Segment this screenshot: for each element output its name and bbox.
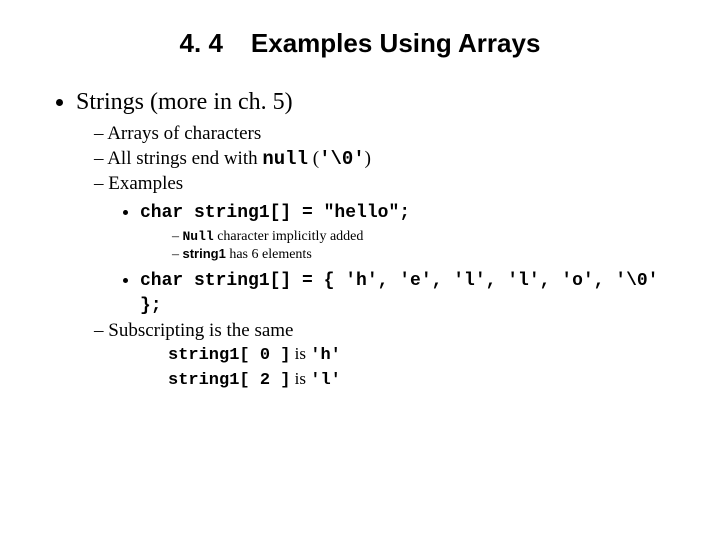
sub-subscripting: Subscripting is the same string1[ 0 ] is… xyxy=(94,319,680,394)
sub-subscripting-text: Subscripting is the same xyxy=(108,320,293,341)
bullet-strings: Strings (more in ch. 5) Arrays of charac… xyxy=(76,87,680,393)
example-1-note-2: string1 has 6 elements xyxy=(172,246,680,264)
subscript-line-2: string1[ 2 ] is 'l' xyxy=(168,368,680,393)
example-1-note-1: Null character implicitly added xyxy=(172,228,680,246)
code: 'l' xyxy=(310,371,341,390)
code-null: null xyxy=(262,148,308,170)
example-2-code: char string1[] = { 'h', 'e', 'l', 'l', '… xyxy=(140,271,658,316)
sub-examples: Examples char string1[] = "hello"; Null … xyxy=(94,172,680,319)
example-1: char string1[] = "hello"; Null character… xyxy=(140,200,680,264)
bullet-list: Strings (more in ch. 5) Arrays of charac… xyxy=(40,87,680,393)
sub-null-terminator: All strings end with null ('\0') xyxy=(94,147,680,172)
heading-title: Examples Using Arrays xyxy=(251,28,541,59)
subscript-line-1: string1[ 0 ] is 'h' xyxy=(168,343,680,368)
example-1-code: char string1[] = "hello"; xyxy=(140,203,410,223)
heading-number: 4. 4 xyxy=(180,28,223,59)
code-null-word: Null xyxy=(183,229,214,244)
code: string1[ 2 ] xyxy=(168,371,290,390)
t: is xyxy=(290,369,310,388)
t: has 6 elements xyxy=(226,247,312,262)
code: string1[ 0 ] xyxy=(168,346,290,365)
slide-heading: 4. 4 Examples Using Arrays xyxy=(40,28,680,59)
example-2: char string1[] = { 'h', 'e', 'l', 'l', '… xyxy=(140,268,680,319)
slide: 4. 4 Examples Using Arrays Strings (more… xyxy=(0,0,720,393)
sub-arrays-of-chars-text: Arrays of characters xyxy=(107,123,261,144)
t: ( xyxy=(308,148,319,169)
sub-examples-text: Examples xyxy=(108,173,183,194)
t: All strings end with xyxy=(107,148,262,169)
code-null-char: '\0' xyxy=(319,148,365,170)
t: is xyxy=(290,344,310,363)
t: character implicitly added xyxy=(214,229,364,244)
bullet-strings-text: Strings (more in ch. 5) xyxy=(76,89,293,115)
sub-arrays-of-chars: Arrays of characters xyxy=(94,122,680,147)
code-string1: string1 xyxy=(183,246,226,261)
code: 'h' xyxy=(310,346,341,365)
t: ) xyxy=(365,148,371,169)
